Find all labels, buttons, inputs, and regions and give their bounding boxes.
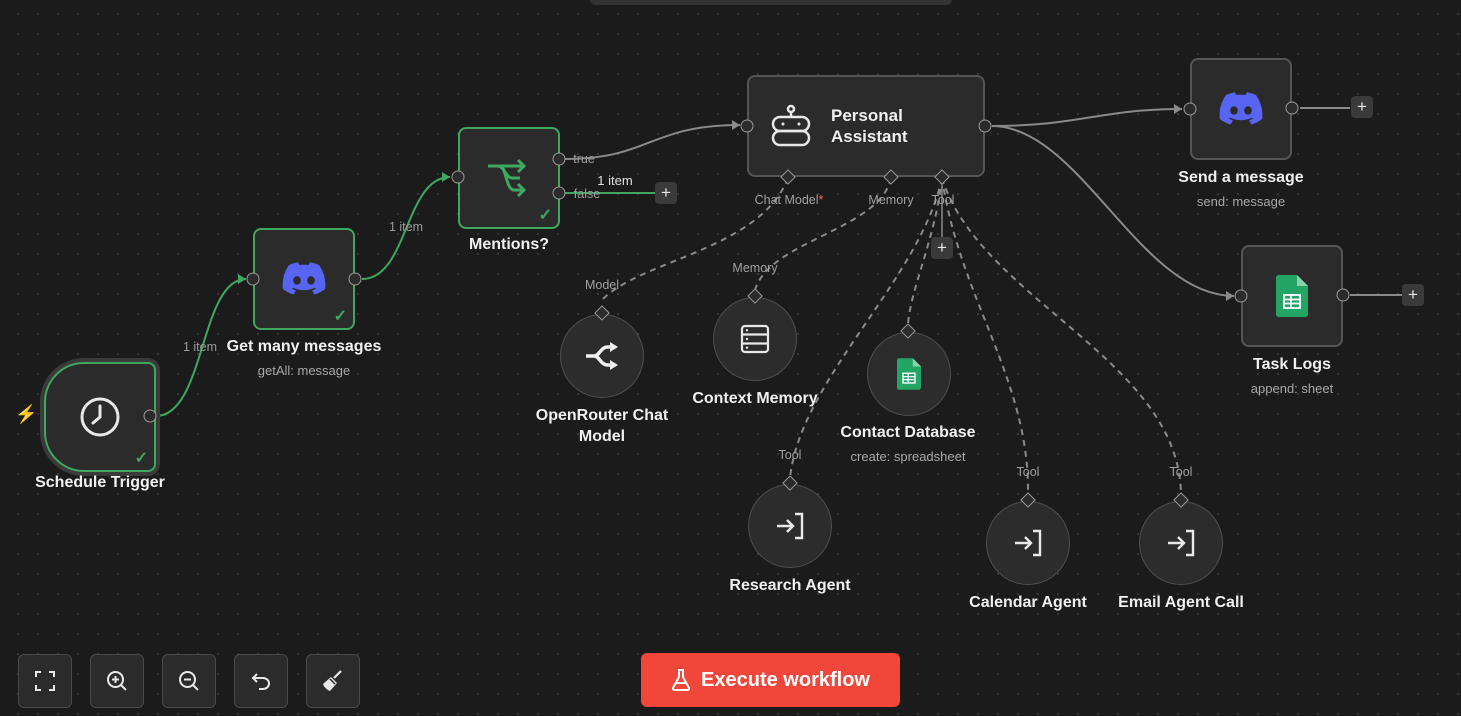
task-logs-subtitle: append: sheet	[1250, 381, 1334, 396]
trigger-bolt-icon: ⚡	[15, 404, 38, 424]
logs-output-handle[interactable]	[1336, 288, 1350, 302]
mentions-false-handle[interactable]	[552, 186, 566, 200]
zoom-in-button[interactable]	[90, 654, 144, 708]
task-logs-label: Task Logs	[1253, 356, 1331, 373]
zoom-out-button[interactable]	[162, 654, 216, 708]
edge-assistant-send	[991, 108, 1183, 127]
add-node-after-logs-button[interactable]: +	[1402, 284, 1424, 306]
fit-view-button[interactable]	[18, 654, 72, 708]
execute-workflow-label: Execute workflow	[701, 668, 870, 691]
discord-icon	[282, 262, 326, 295]
node-personal-assistant[interactable]: Personal Assistant	[747, 75, 985, 177]
email-agent-label: Email Agent Call	[1118, 594, 1244, 611]
false-branch-item-count: 1 item	[597, 173, 633, 188]
false-branch-label: false	[573, 187, 601, 201]
execute-workflow-button[interactable]: Execute workflow	[641, 653, 900, 707]
discord-icon	[1219, 92, 1263, 125]
success-check-icon: ✓	[333, 308, 347, 325]
get-many-messages-label: Get many messages	[226, 338, 382, 355]
node-schedule-trigger[interactable]: ✓	[44, 362, 156, 472]
edge-arrow	[1226, 291, 1234, 301]
get-input-handle[interactable]	[246, 272, 260, 286]
node-mentions[interactable]: ✓	[458, 127, 560, 229]
database-icon	[740, 324, 770, 354]
assistant-input-handle[interactable]	[740, 119, 754, 133]
add-node-after-false-button[interactable]: +	[655, 182, 677, 204]
zoom-in-icon	[107, 671, 127, 691]
tool-port-label: Tool	[931, 193, 955, 207]
send-message-label: Send a message	[1178, 169, 1304, 186]
model-port-label: Model	[584, 278, 620, 292]
node-email-agent-call[interactable]	[1139, 501, 1223, 585]
node-research-agent[interactable]	[748, 484, 832, 568]
node-send-message[interactable]	[1190, 58, 1292, 160]
assistant-label-line1: Personal	[831, 106, 903, 125]
edge-arrow	[238, 274, 246, 284]
undo-icon	[251, 673, 271, 690]
sign-in-arrow-icon	[1168, 529, 1195, 557]
tidy-up-icon	[323, 670, 342, 691]
memory-port-label: Memory	[868, 193, 914, 207]
robot-icon	[771, 104, 811, 147]
fit-view-icon	[35, 671, 55, 691]
flask-icon	[671, 669, 691, 691]
if-branch-icon	[488, 158, 527, 198]
success-check-icon: ✓	[134, 450, 148, 467]
google-sheets-icon	[897, 358, 921, 390]
send-input-handle[interactable]	[1183, 102, 1197, 116]
mentions-label: Mentions?	[469, 236, 549, 253]
add-tool-button[interactable]: +	[931, 237, 953, 259]
openrouter-label-line1: OpenRouter Chat	[535, 407, 669, 424]
sign-in-arrow-icon	[777, 512, 804, 540]
assistant-output-handle[interactable]	[978, 119, 992, 133]
get-many-messages-subtitle: getAll: message	[257, 363, 351, 378]
edge-arrow	[442, 172, 450, 182]
logs-input-handle[interactable]	[1234, 289, 1248, 303]
send-output-handle[interactable]	[1285, 101, 1299, 115]
send-message-subtitle: send: message	[1196, 194, 1286, 209]
schedule-trigger-label: Schedule Trigger	[35, 474, 165, 491]
calendar-tool-port-label: Tool	[1016, 465, 1040, 479]
openrouter-label-line2: Model	[578, 428, 626, 445]
google-sheets-icon	[1276, 275, 1308, 317]
memory-sub-port-label: Memory	[732, 261, 778, 275]
node-calendar-agent[interactable]	[986, 501, 1070, 585]
undo-button[interactable]	[234, 654, 288, 708]
calendar-agent-label: Calendar Agent	[969, 594, 1087, 611]
contact-database-label: Contact Database	[840, 424, 976, 441]
add-node-after-send-button[interactable]: +	[1351, 96, 1373, 118]
node-task-logs[interactable]	[1241, 245, 1343, 347]
tidy-up-button[interactable]	[306, 654, 360, 708]
true-branch-label: true	[573, 152, 595, 166]
success-check-icon: ✓	[538, 207, 552, 224]
chat-model-port-label: Chat Model*	[754, 193, 824, 207]
trigger-output-handle[interactable]	[143, 409, 157, 423]
edge-tool-calendar	[941, 177, 1030, 496]
mentions-input-handle[interactable]	[451, 170, 465, 184]
node-contact-database[interactable]	[867, 332, 951, 416]
node-context-memory[interactable]	[713, 297, 797, 381]
get-output-handle[interactable]	[348, 272, 362, 286]
zoom-out-icon	[179, 671, 199, 691]
assistant-label-line2: Assistant	[831, 127, 908, 146]
openrouter-icon	[586, 342, 618, 370]
contact-database-subtitle: create: spreadsheet	[850, 449, 966, 464]
edge-item-count: 1 item	[388, 220, 424, 234]
node-get-many-messages[interactable]: ✓	[253, 228, 355, 330]
edge-arrow	[732, 120, 740, 130]
mentions-true-handle[interactable]	[552, 152, 566, 166]
sign-in-arrow-icon	[1015, 529, 1042, 557]
research-tool-port-label: Tool	[778, 448, 802, 462]
research-agent-label: Research Agent	[729, 577, 851, 594]
context-memory-label: Context Memory	[692, 390, 818, 407]
clock-icon	[80, 397, 120, 437]
edge-tool-email	[941, 177, 1182, 496]
email-tool-port-label: Tool	[1169, 465, 1193, 479]
node-openrouter-chat-model[interactable]	[560, 314, 644, 398]
edge-arrow	[1174, 104, 1182, 114]
edge-item-count: 1 item	[182, 340, 218, 354]
